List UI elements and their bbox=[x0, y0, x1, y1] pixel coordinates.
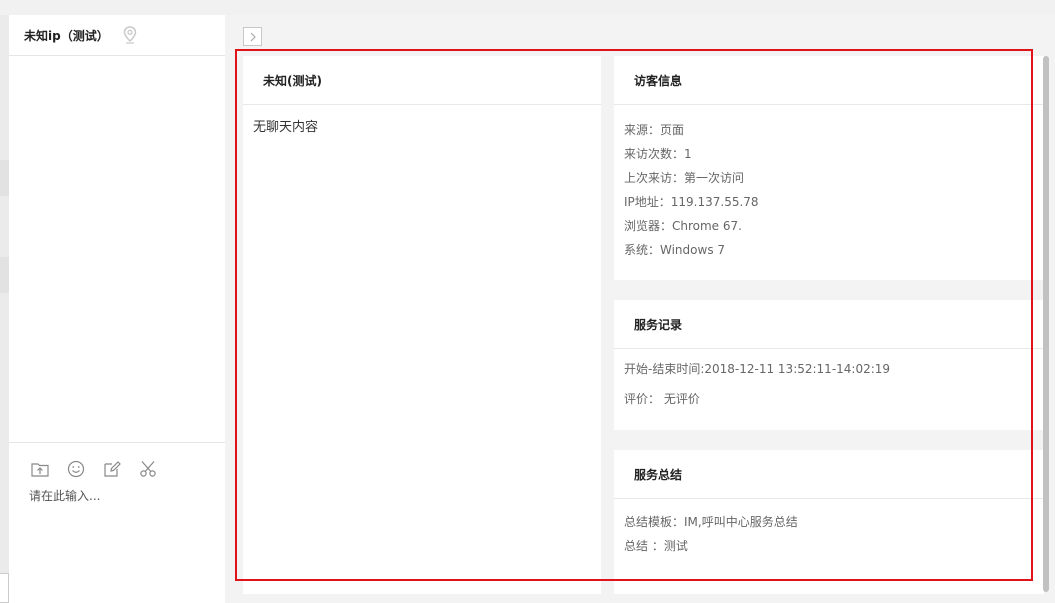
chat-input-area[interactable]: 请在此输入... bbox=[9, 442, 225, 603]
visitor-card-title: 未知(测试) bbox=[243, 56, 601, 105]
service-record-card: 服务记录 开始-结束时间:2018-12-11 13:52:11-14:02:1… bbox=[614, 300, 1044, 430]
info-system: 系统：Windows 7 bbox=[624, 243, 726, 257]
chat-input-placeholder[interactable]: 请在此输入... bbox=[29, 487, 100, 504]
info-browser: 浏览器：Chrome 67. bbox=[624, 219, 742, 233]
location-pin-icon[interactable] bbox=[123, 26, 137, 44]
visitor-info-title: 访客信息 bbox=[614, 56, 1044, 105]
visitor-info-card: 访客信息 来源：页面 来访次数：1 上次来访：第一次访问 IP地址：119.13… bbox=[614, 56, 1044, 280]
info-last-visit: 上次来访：第一次访问 bbox=[624, 171, 745, 185]
scissors-icon[interactable] bbox=[139, 460, 157, 478]
chat-header: 未知ip（测试） bbox=[9, 15, 225, 56]
service-summary-title: 服务总结 bbox=[614, 450, 1044, 499]
chat-message-area bbox=[9, 57, 225, 442]
service-record-title: 服务记录 bbox=[614, 300, 1044, 349]
visitor-info-list: 来源：页面 来访次数：1 上次来访：第一次访问 IP地址：119.137.55.… bbox=[624, 118, 759, 262]
top-bar bbox=[0, 0, 1055, 15]
info-ip-address: IP地址：119.137.55.78 bbox=[624, 195, 759, 209]
service-rating: 评价： 无评价 bbox=[624, 392, 700, 406]
summary-content: 总结 ：测试 bbox=[624, 539, 688, 553]
edit-icon[interactable] bbox=[103, 460, 121, 478]
info-visit-count: 来访次数：1 bbox=[624, 147, 692, 161]
left-edge-tab[interactable] bbox=[0, 257, 9, 293]
scrollbar-thumb[interactable] bbox=[1043, 56, 1049, 592]
folder-upload-icon[interactable] bbox=[31, 460, 49, 478]
service-summary-card: 服务总结 总结模板：IM,呼叫中心服务总结 总结 ：测试 bbox=[614, 450, 1044, 594]
chat-panel: 未知ip（测试） 请在此输入... bbox=[9, 15, 225, 603]
no-chat-content-text: 无聊天内容 bbox=[253, 120, 319, 135]
emoji-icon[interactable] bbox=[67, 460, 85, 478]
collapse-panel-button[interactable] bbox=[243, 27, 262, 46]
chat-title: 未知ip（测试） bbox=[24, 28, 109, 43]
summary-template: 总结模板：IM,呼叫中心服务总结 bbox=[624, 515, 798, 529]
chevron-right-icon bbox=[250, 32, 256, 41]
left-edge-panel bbox=[0, 15, 9, 603]
visitor-chat-card: 未知(测试) 无聊天内容 bbox=[243, 56, 601, 594]
chat-toolbar bbox=[31, 460, 157, 478]
service-time-range: 开始-结束时间:2018-12-11 13:52:11-14:02:19 bbox=[624, 362, 891, 376]
left-edge-box bbox=[0, 573, 9, 603]
service-summary-list: 总结模板：IM,呼叫中心服务总结 总结 ：测试 bbox=[624, 510, 798, 558]
info-source: 来源：页面 bbox=[624, 123, 685, 137]
left-edge-tab[interactable] bbox=[0, 160, 9, 196]
